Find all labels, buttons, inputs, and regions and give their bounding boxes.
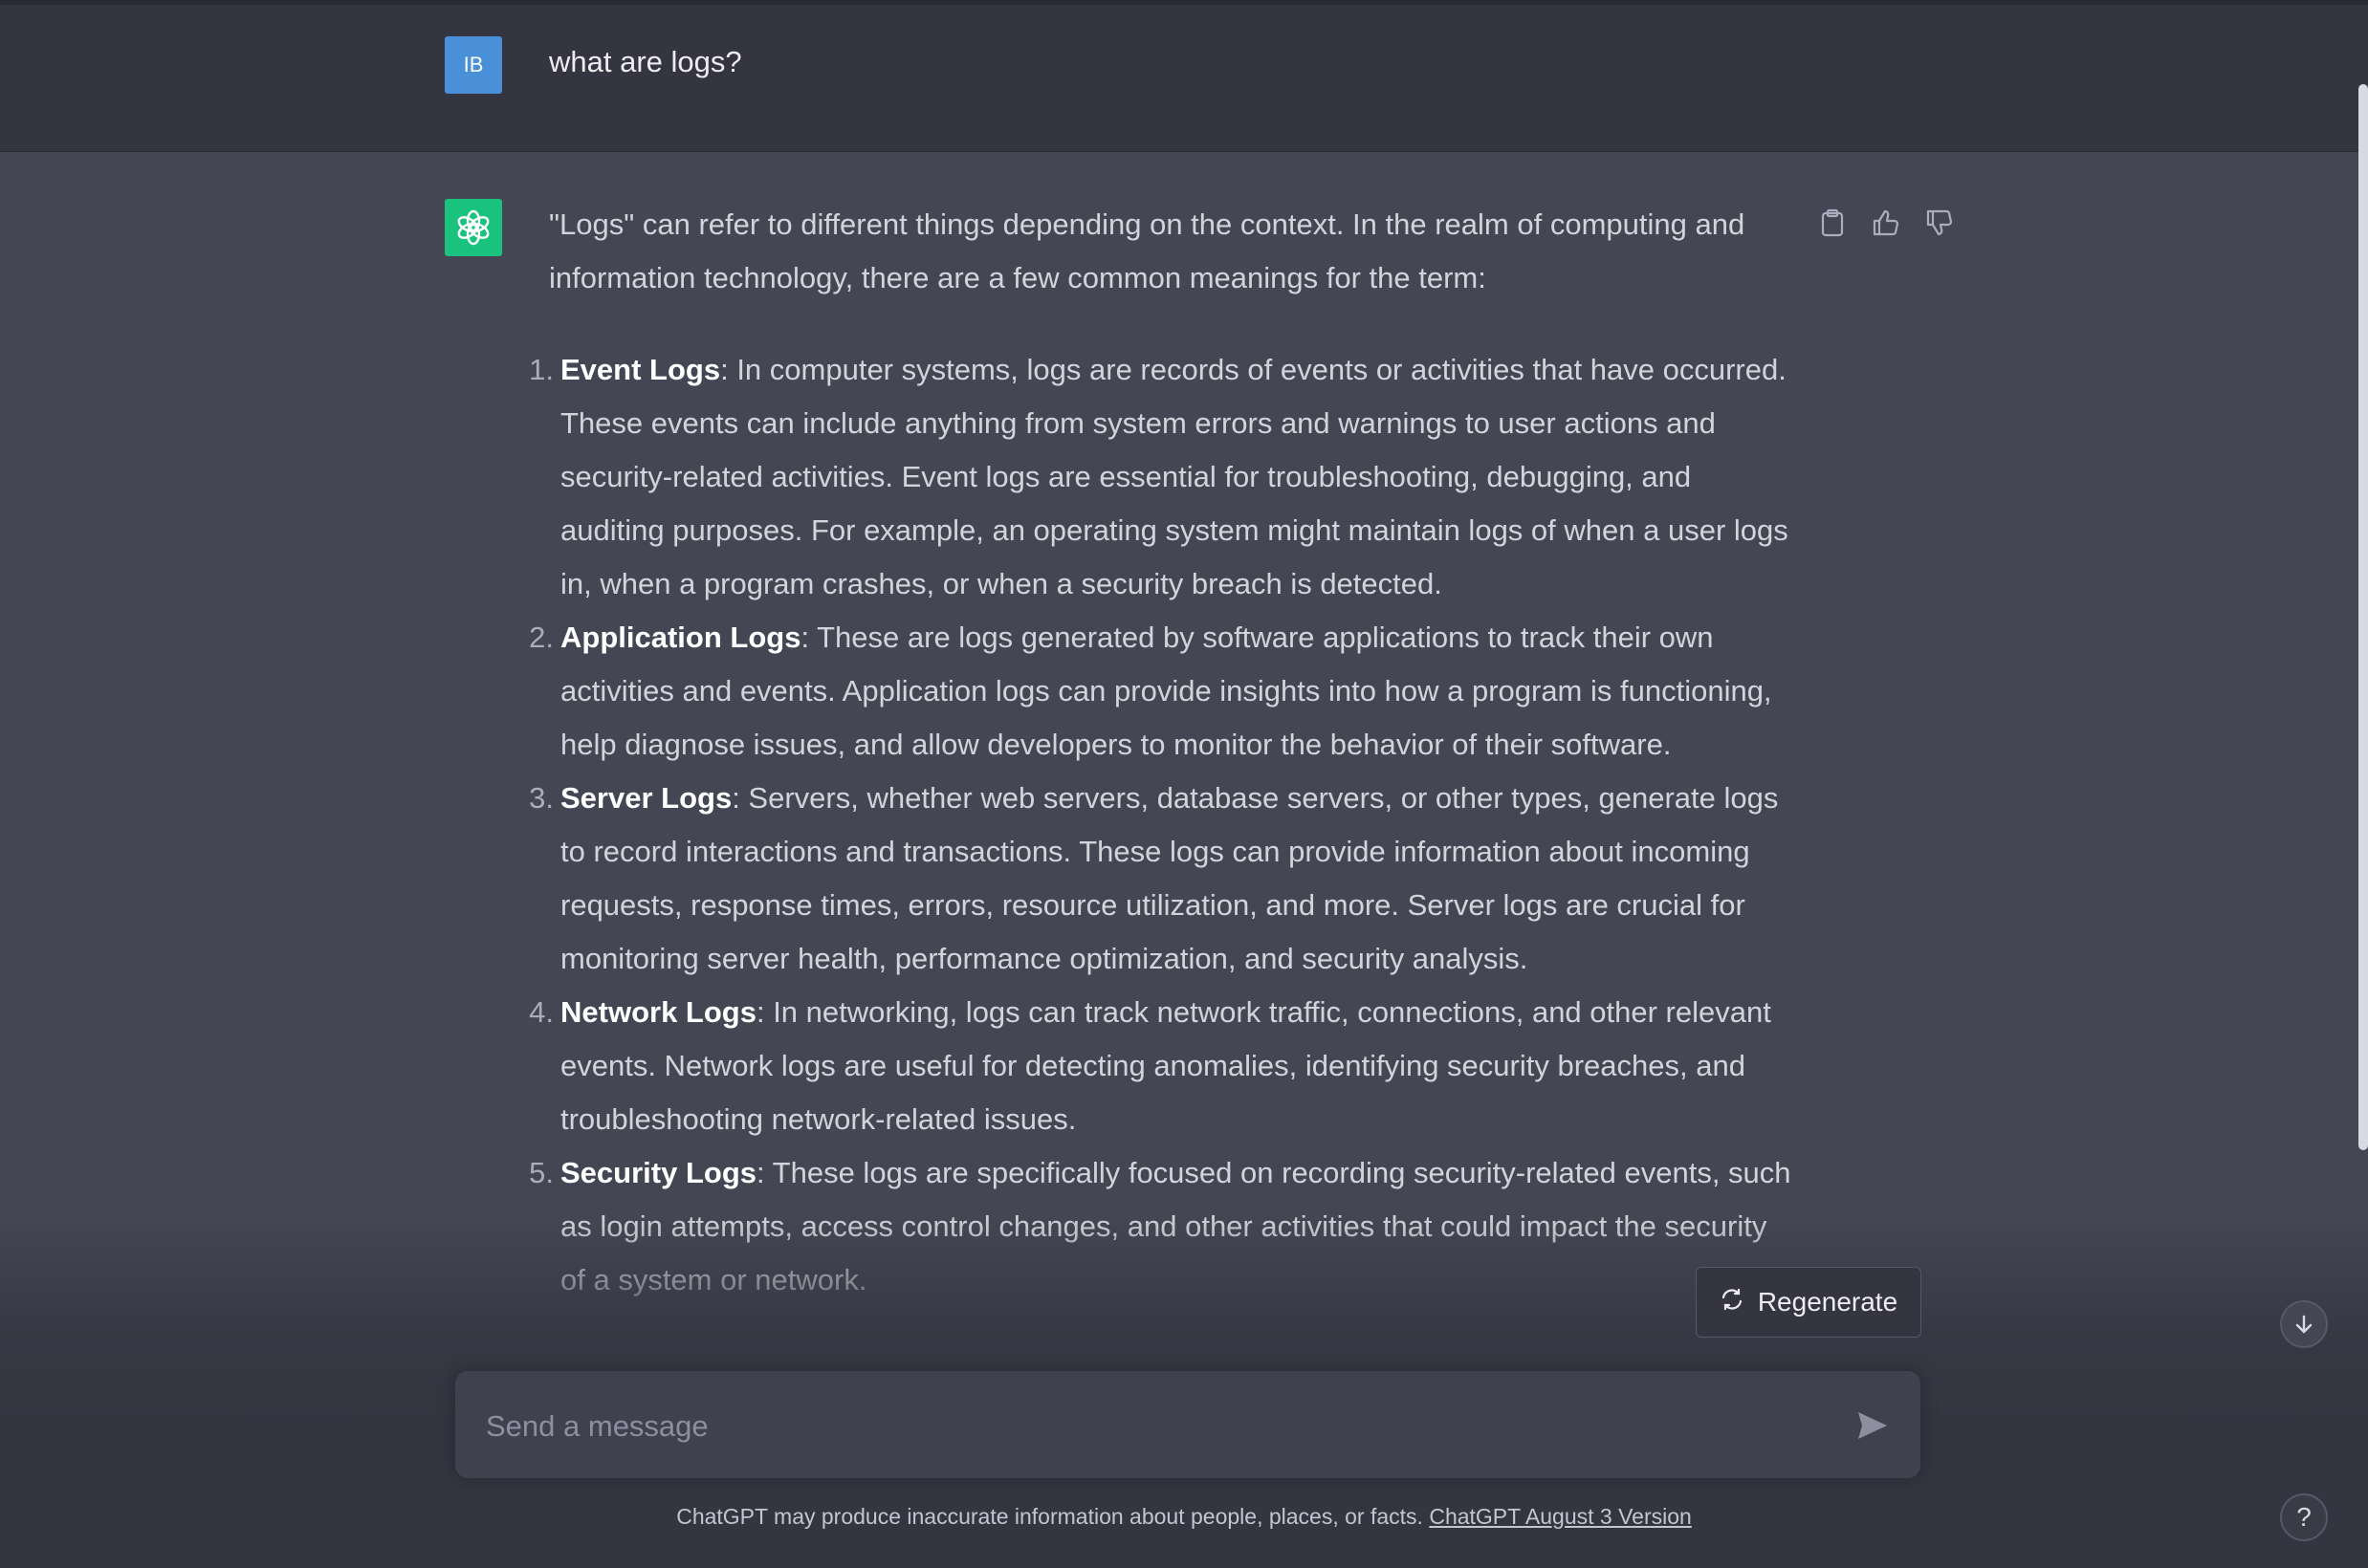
list-item-title: Server Logs	[560, 781, 733, 815]
list-item: 1. Event Logs: In computer systems, logs…	[529, 343, 1797, 611]
list-item-text: : Servers, whether web servers, database…	[560, 781, 1779, 975]
send-icon[interactable]	[1852, 1405, 1894, 1447]
list-item: 3. Server Logs: Servers, whether web ser…	[529, 772, 1797, 986]
message-actions	[1817, 207, 1955, 238]
user-avatar: IB	[445, 36, 502, 94]
assistant-message-text: "Logs" can refer to different things dep…	[529, 198, 1797, 1307]
list-item-number: 3.	[529, 781, 554, 815]
list-item-title: Application Logs	[560, 621, 801, 654]
footer-disclaimer: ChatGPT may produce inaccurate informati…	[0, 1504, 2368, 1530]
answer-intro: "Logs" can refer to different things dep…	[549, 207, 1745, 294]
message-composer	[454, 1370, 1921, 1479]
message-input[interactable]	[484, 1402, 1808, 1451]
user-message-text: what are logs?	[549, 45, 742, 78]
scrollbar-thumb[interactable]	[2358, 84, 2368, 1150]
user-message-row: IB what are logs?	[0, 5, 2368, 152]
version-link[interactable]: ChatGPT August 3 Version	[1429, 1504, 1691, 1529]
list-item: 4. Network Logs: In networking, logs can…	[529, 986, 1797, 1146]
list-item-title: Network Logs	[560, 995, 756, 1029]
regenerate-icon	[1720, 1287, 1744, 1318]
list-item-number: 1.	[529, 353, 554, 386]
regenerate-label: Regenerate	[1757, 1287, 1898, 1317]
disclaimer-text: ChatGPT may produce inaccurate informati…	[676, 1504, 1430, 1529]
regenerate-button[interactable]: Regenerate	[1696, 1267, 1921, 1338]
arrow-down-icon	[2295, 1315, 2313, 1334]
copy-icon[interactable]	[1817, 207, 1848, 238]
list-item-number: 4.	[529, 995, 554, 1029]
list-item-number: 5.	[529, 1156, 554, 1189]
list-item: 2. Application Logs: These are logs gene…	[529, 611, 1797, 772]
list-item-number: 2.	[529, 621, 554, 654]
scroll-to-bottom-button[interactable]	[2280, 1300, 2328, 1348]
list-item-text: : In computer systems, logs are records …	[560, 353, 1788, 600]
openai-logo-icon	[445, 199, 502, 256]
list-item-title: Event Logs	[560, 353, 721, 386]
list-item-title: Security Logs	[560, 1156, 756, 1189]
thumbs-down-icon[interactable]	[1924, 207, 1955, 238]
help-button[interactable]: ?	[2280, 1493, 2328, 1541]
thumbs-up-icon[interactable]	[1871, 207, 1901, 238]
answer-list: 1. Event Logs: In computer systems, logs…	[529, 343, 1797, 1307]
